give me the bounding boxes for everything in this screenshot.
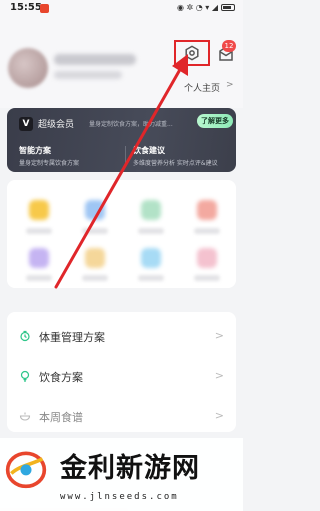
list-item-label: 本周食谱 (39, 411, 83, 424)
profile-header: 12 个人主页 > (0, 18, 243, 108)
smart-plan-desc: 量身定制专属饮食方案 (19, 160, 80, 167)
battery-icon (221, 4, 235, 11)
list-item-label: 饮食方案 (39, 371, 83, 384)
feature-icon[interactable] (141, 200, 161, 220)
learn-more-button[interactable]: 了解更多 (197, 114, 233, 128)
gear-icon (185, 45, 199, 61)
watermark: 金利新游网 www.jlnseeds.com (0, 438, 243, 511)
feature-icon[interactable] (85, 200, 105, 220)
smart-plan-title[interactable]: 智能方案 (19, 145, 51, 156)
feature-icon[interactable] (197, 200, 217, 220)
user-subtitle-blurred (54, 71, 122, 79)
settings-button[interactable] (174, 40, 210, 66)
clock-icon (20, 330, 30, 342)
feature-icon[interactable] (197, 248, 217, 268)
feature-label (26, 228, 52, 234)
feature-label (138, 228, 164, 234)
vip-logo-icon: V (19, 117, 33, 131)
message-badge: 12 (222, 40, 236, 52)
watermark-logo-icon (5, 451, 47, 489)
list-item-label: 体重管理方案 (39, 331, 105, 344)
chevron-right-icon: > (214, 329, 224, 342)
status-icons: ◉ ✲ ◔ ▾ ◢ (177, 3, 235, 12)
list-item-weekly-recipe[interactable]: 本周食谱 > (7, 400, 236, 434)
bowl-icon (19, 412, 31, 421)
feature-icon[interactable] (29, 200, 49, 220)
diet-advice-title[interactable]: 饮食建议 (133, 145, 165, 156)
vip-divider (125, 146, 126, 164)
vip-title: 超级会员 (38, 120, 75, 130)
status-indicators: ◉ ✲ ◔ ▾ ◢ (176, 3, 218, 12)
watermark-title: 金利新游网 (60, 453, 200, 484)
feature-label (26, 275, 52, 281)
list-item-weight-plan[interactable]: 体重管理方案 > (7, 320, 236, 354)
feature-icon[interactable] (85, 248, 105, 268)
status-bar: 15:55 ◉ ✲ ◔ ▾ ◢ (0, 0, 243, 18)
chevron-right-icon: > (226, 80, 234, 90)
chevron-right-icon: > (214, 409, 224, 422)
feature-label (194, 275, 220, 281)
vip-card[interactable]: V 超级会员 量身定制饮食方案，助力减重... 了解更多 智能方案 量身定制专属… (7, 108, 236, 172)
status-time: 15:55 (10, 2, 42, 13)
watermark-url: www.jlnseeds.com (60, 492, 179, 502)
feature-icon[interactable] (29, 248, 49, 268)
chevron-right-icon: > (214, 369, 224, 382)
feature-label (82, 275, 108, 281)
menu-list: 体重管理方案 > 饮食方案 > 本周食谱 > (7, 312, 236, 432)
feature-icon[interactable] (141, 248, 161, 268)
feature-label (138, 275, 164, 281)
bulb-icon (20, 370, 30, 382)
feature-label (194, 228, 220, 234)
notification-icon (40, 4, 49, 13)
homepage-link[interactable]: 个人主页 (184, 81, 220, 94)
feature-label (82, 228, 108, 234)
list-item-diet-plan[interactable]: 饮食方案 > (7, 360, 236, 394)
username-blurred (54, 54, 136, 65)
feature-grid (7, 180, 236, 288)
avatar[interactable] (8, 48, 48, 88)
diet-advice-desc: 多维度营养分析 实时点评&建议 (133, 160, 218, 167)
vip-description: 量身定制饮食方案，助力减重... (89, 121, 173, 128)
